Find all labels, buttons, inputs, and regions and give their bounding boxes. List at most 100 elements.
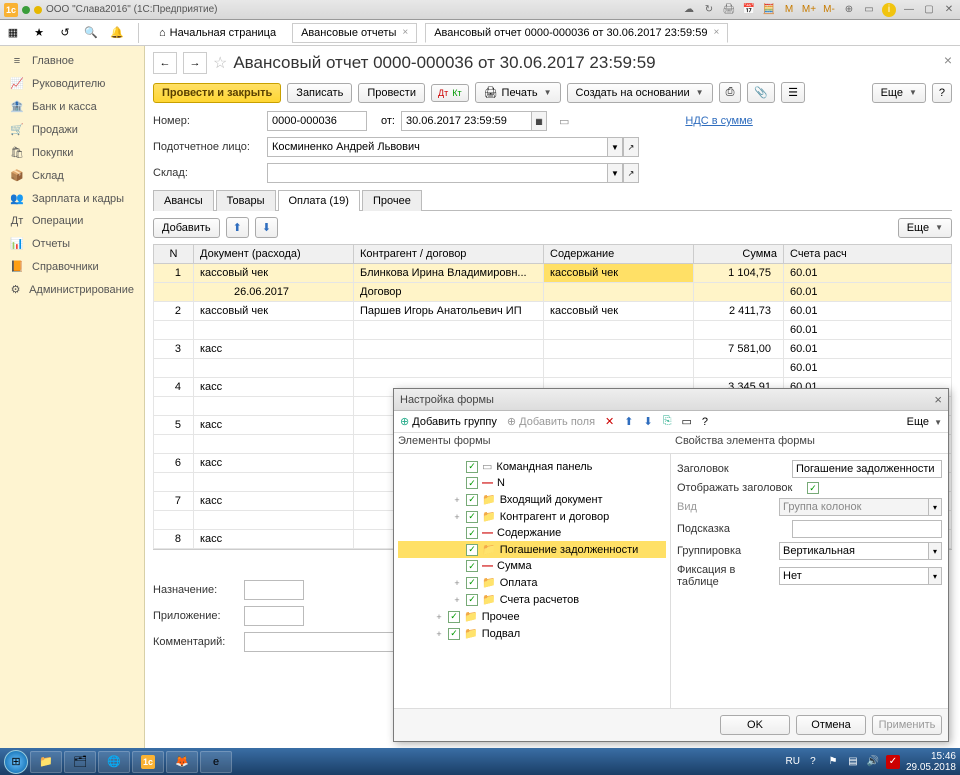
tree-checkbox[interactable]: ✓ — [448, 628, 460, 640]
sidebar-item[interactable]: ⚙Администрирование — [0, 278, 144, 301]
tab-current-doc[interactable]: Авансовый отчет 0000-000036 от 30.06.201… — [425, 23, 728, 43]
dropdown-icon[interactable]: ▾ — [928, 567, 942, 585]
dlg-ok-button[interactable]: OK — [720, 715, 790, 735]
tree-checkbox[interactable]: ✓ — [466, 560, 478, 572]
dropdown-icon[interactable]: ▾ — [928, 542, 942, 560]
tree-item[interactable]: ✓📁Погашение задолженности — [398, 541, 666, 558]
tree-checkbox[interactable]: ✓ — [466, 477, 478, 489]
tb-cloud-icon[interactable]: ☁ — [682, 3, 696, 17]
warehouse-input[interactable] — [267, 163, 607, 183]
window-maximize-button[interactable]: ▢ — [922, 3, 936, 17]
prop-showtitle-checkbox[interactable]: ✓ — [807, 482, 819, 494]
tree-item[interactable]: +✓📁Контрагент и договор — [398, 508, 666, 525]
dlg-delete-button[interactable]: ✕ — [605, 415, 614, 428]
col-acc[interactable]: Счета расч — [784, 245, 952, 264]
open-icon[interactable]: ↗ — [623, 137, 639, 157]
window-close-button[interactable]: ✕ — [942, 3, 956, 17]
m-minus-button[interactable]: M- — [822, 3, 836, 17]
dlg-more-button[interactable]: Еще ▼ — [907, 416, 942, 428]
tab-other[interactable]: Прочее — [362, 190, 422, 211]
task-1c-icon[interactable]: 1c — [132, 751, 164, 773]
tree-item[interactable]: ✓—Сумма — [398, 558, 666, 574]
sidebar-item[interactable]: 📈Руководителю — [0, 72, 144, 95]
tree-item[interactable]: +✓📁Входящий документ — [398, 491, 666, 508]
dialog-close-button[interactable]: × — [934, 392, 942, 407]
tree-checkbox[interactable]: ✓ — [448, 611, 460, 623]
tb-help-icon[interactable]: i — [882, 3, 896, 17]
sidebar-item[interactable]: 🛍Покупки — [0, 141, 144, 164]
tb-calc-icon[interactable]: 🧮 — [762, 3, 776, 17]
sidebar-item[interactable]: 🏦Банк и касса — [0, 95, 144, 118]
col-content[interactable]: Содержание — [544, 245, 694, 264]
nav-back-button[interactable]: ← — [153, 52, 177, 74]
dlg-copy-button[interactable]: ⎘ — [663, 415, 672, 428]
bell-icon[interactable]: 🔔 — [108, 24, 126, 42]
dlg-apply-button[interactable]: Применить — [872, 715, 942, 735]
post-and-close-button[interactable]: Провести и закрыть — [153, 83, 281, 103]
tree-item[interactable]: ✓—Содержание — [398, 525, 666, 541]
dtkt-button[interactable]: ДтКт — [431, 84, 469, 102]
table-row[interactable]: 60.01 — [154, 359, 952, 378]
print-button[interactable]: 🖨Печать▼ — [475, 82, 561, 103]
task-explorer-icon[interactable]: 📁 — [30, 751, 62, 773]
m-button[interactable]: M — [782, 3, 796, 17]
close-doc-button[interactable]: × — [944, 52, 952, 68]
add-row-button[interactable]: Добавить — [153, 218, 220, 238]
sidebar-item[interactable]: 📙Справочники — [0, 255, 144, 278]
nav-forward-button[interactable]: → — [183, 52, 207, 74]
list-button[interactable]: ☰ — [781, 82, 805, 103]
move-down-button[interactable]: ⬇ — [255, 217, 278, 238]
sidebar-item[interactable]: 📊Отчеты — [0, 232, 144, 255]
sidebar-item[interactable]: 🛒Продажи — [0, 118, 144, 141]
tab-more-button[interactable]: Еще▼ — [898, 218, 952, 238]
tb-calendar-icon[interactable]: 📅 — [742, 3, 756, 17]
tb-refresh-icon[interactable]: ↻ — [702, 3, 716, 17]
prop-group-input[interactable] — [779, 542, 928, 560]
tab-advance-reports[interactable]: Авансовые отчеты× — [292, 23, 417, 43]
clock[interactable]: 15:4629.05.2018 — [906, 751, 956, 773]
tb-add-icon[interactable]: ⊕ — [842, 3, 856, 17]
date-input[interactable] — [401, 111, 531, 131]
calendar-icon[interactable]: ▦ — [531, 111, 547, 131]
table-row[interactable]: 60.01 — [154, 321, 952, 340]
purpose-input[interactable] — [244, 580, 304, 600]
post-button[interactable]: Провести — [358, 83, 425, 103]
tb-box-icon[interactable]: ▭ — [862, 3, 876, 17]
tree-item[interactable]: +✓📁Счета расчетов — [398, 591, 666, 608]
prop-title-input[interactable] — [792, 460, 942, 478]
dlg-up-button[interactable]: ⬆ — [624, 415, 633, 428]
dlg-down-button[interactable]: ⬇ — [643, 415, 652, 428]
task-chrome-icon[interactable]: 🌐 — [98, 751, 130, 773]
tray-help-icon[interactable]: ? — [806, 755, 820, 769]
help-button[interactable]: ? — [932, 83, 952, 103]
tab-close-icon[interactable]: × — [402, 27, 408, 38]
dlg-paste-button[interactable]: ▭ — [682, 415, 692, 428]
tree-checkbox[interactable]: ✓ — [466, 544, 478, 556]
apps-menu-icon[interactable]: ▦ — [4, 24, 22, 42]
tree-checkbox[interactable]: ✓ — [466, 594, 478, 606]
sidebar-item[interactable]: 👥Зарплата и кадры — [0, 187, 144, 210]
tree-checkbox[interactable]: ✓ — [466, 527, 478, 539]
tree-checkbox[interactable]: ✓ — [466, 577, 478, 589]
attach-input[interactable] — [244, 606, 304, 626]
number-input[interactable] — [267, 111, 367, 131]
task-ie-icon[interactable]: e — [200, 751, 232, 773]
favorite-star-icon[interactable]: ☆ — [213, 53, 227, 73]
table-row[interactable]: 2кассовый чекПаршев Игорь Анатольевич ИП… — [154, 302, 952, 321]
open-icon[interactable]: ↗ — [623, 163, 639, 183]
tray-net-icon[interactable]: ▤ — [846, 755, 860, 769]
tab-advances[interactable]: Авансы — [153, 190, 214, 211]
tree-item[interactable]: +✓📁Подвал — [398, 625, 666, 642]
prop-fix-input[interactable] — [779, 567, 928, 585]
window-minimize-button[interactable]: — — [902, 3, 916, 17]
tree-item[interactable]: +✓📁Оплата — [398, 574, 666, 591]
tree-expand-icon[interactable]: + — [452, 595, 462, 605]
add-group-button[interactable]: ⊕ Добавить группу — [400, 415, 497, 428]
col-n[interactable]: N — [154, 245, 194, 264]
dlg-help-button[interactable]: ? — [702, 416, 708, 428]
table-row[interactable]: 1кассовый чекБлинкова Ирина Владимировн.… — [154, 264, 952, 283]
tree-item[interactable]: ✓▭Командная панель — [398, 458, 666, 475]
structure-button[interactable]: ⎙ — [719, 82, 742, 103]
m-plus-button[interactable]: M+ — [802, 3, 816, 17]
tray-volume-icon[interactable]: 🔊 — [866, 755, 880, 769]
